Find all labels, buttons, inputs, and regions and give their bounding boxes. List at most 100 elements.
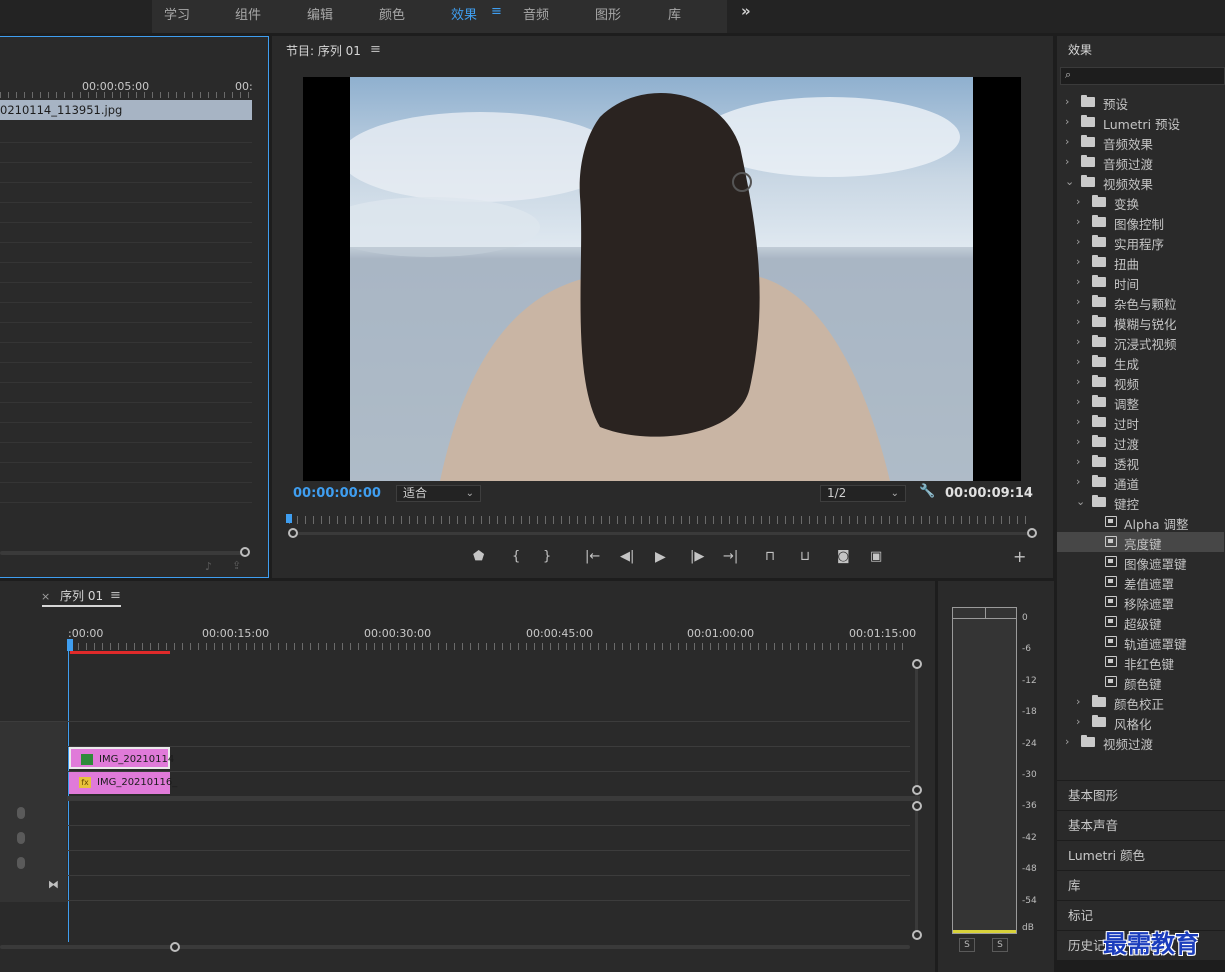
timeline-close-icon[interactable]: × — [41, 590, 50, 603]
chevron-right-icon[interactable]: › — [1065, 735, 1069, 748]
effects-tree-item[interactable]: › 沉浸式视频 — [1057, 332, 1224, 352]
chevron-right-icon[interactable]: › — [1076, 195, 1080, 208]
effects-tree-item[interactable]: 颜色键 — [1057, 672, 1224, 692]
solo-button-left[interactable]: S — [959, 938, 975, 952]
video-frame[interactable] — [303, 77, 1021, 481]
workspace-more-icon[interactable]: » — [741, 2, 751, 20]
chevron-right-icon[interactable]: › — [1076, 695, 1080, 708]
effects-tree-item[interactable]: › 调整 — [1057, 392, 1224, 412]
effects-tree-item[interactable]: ⌄ 视频效果 — [1057, 172, 1224, 192]
add-button[interactable]: + — [1013, 547, 1026, 566]
effects-tree-item[interactable]: 轨道遮罩键 — [1057, 632, 1224, 652]
monitor-playhead[interactable] — [286, 514, 292, 523]
timeline-tab[interactable]: 序列 01 — [60, 587, 103, 604]
chevron-right-icon[interactable]: › — [1076, 475, 1080, 488]
effects-tree-item[interactable]: 移除遮罩 — [1057, 592, 1224, 612]
side-panel-tab[interactable]: 基本图形 — [1057, 781, 1225, 810]
voice-over-icon-a1[interactable] — [17, 807, 25, 819]
current-timecode[interactable]: 00:00:00:00 — [293, 486, 381, 501]
export-frame-button[interactable]: ◙ — [837, 549, 850, 564]
go-to-out-button[interactable]: →| — [723, 549, 738, 564]
source-scroll-handle[interactable] — [240, 547, 250, 557]
effects-tree-item[interactable]: › 颜色校正 — [1057, 692, 1224, 712]
source-clip-bar[interactable]: 0210114_113951.jpg — [0, 100, 252, 120]
workspace-tab-7[interactable]: 库 — [668, 4, 681, 23]
effects-tree-item[interactable]: › 过渡 — [1057, 432, 1224, 452]
effects-tree-item[interactable]: ⌄ 键控 — [1057, 492, 1224, 512]
effects-tree-item[interactable]: 非红色键 — [1057, 652, 1224, 672]
timeline-menu-icon[interactable]: ≡ — [110, 588, 121, 603]
effects-tree-item[interactable]: › 模糊与锐化 — [1057, 312, 1224, 332]
timeline-hscroll[interactable] — [0, 945, 910, 949]
workspace-tab-4[interactable]: 效果 — [451, 4, 477, 23]
effects-search-input[interactable]: ⌕ — [1060, 67, 1225, 85]
monitor-scrollbar[interactable] — [294, 532, 1030, 535]
effects-tree-item[interactable]: › 实用程序 — [1057, 232, 1224, 252]
chevron-right-icon[interactable]: › — [1076, 335, 1080, 348]
export-icon[interactable]: ⇪ — [232, 559, 241, 572]
chevron-right-icon[interactable]: › — [1076, 295, 1080, 308]
work-area-bar[interactable] — [70, 651, 170, 654]
effects-tree-item[interactable]: Alpha 调整 — [1057, 512, 1224, 532]
chevron-right-icon[interactable]: › — [1076, 355, 1080, 368]
workspace-tab-3[interactable]: 颜色 — [379, 4, 405, 23]
add-marker-button[interactable]: ⬟ — [473, 549, 484, 564]
chevron-right-icon[interactable]: › — [1076, 375, 1080, 388]
timeline-vscroll-mid2[interactable] — [912, 801, 922, 811]
chevron-right-icon[interactable]: › — [1065, 155, 1069, 168]
chevron-right-icon[interactable]: › — [1076, 435, 1080, 448]
mark-in-button[interactable]: { — [512, 549, 520, 564]
effects-tree-item[interactable]: › 时间 — [1057, 272, 1224, 292]
effects-tree-item[interactable]: › 视频 — [1057, 372, 1224, 392]
comparison-view-button[interactable]: ▣ — [870, 549, 882, 564]
chevron-right-icon[interactable]: › — [1076, 415, 1080, 428]
effects-tree-item[interactable]: › 通道 — [1057, 472, 1224, 492]
workspace-tab-6[interactable]: 图形 — [595, 4, 621, 23]
mark-out-button[interactable]: } — [543, 549, 551, 564]
zoom-select[interactable]: 适合 ⌄ — [396, 485, 481, 502]
effects-tree-item[interactable]: › 透视 — [1057, 452, 1224, 472]
master-track-icon[interactable]: ⧓ — [48, 878, 59, 891]
timeline-clip-1[interactable]: ■ IMG_20210114 — [69, 747, 174, 769]
step-back-button[interactable]: ◀| — [620, 549, 634, 564]
effects-tree-item[interactable]: › 视频过渡 — [1057, 732, 1224, 752]
chevron-right-icon[interactable]: › — [1076, 235, 1080, 248]
monitor-scroll-left[interactable] — [288, 528, 298, 538]
effects-tree-item[interactable]: › 音频过渡 — [1057, 152, 1224, 172]
side-panel-tab[interactable]: 库 — [1057, 871, 1225, 900]
audio-settings-icon[interactable]: ♪ — [205, 560, 212, 573]
extract-button[interactable]: ⊔ — [800, 549, 810, 564]
monitor-ruler-ticks[interactable] — [289, 516, 1033, 524]
effects-tree-item[interactable]: › 预设 — [1057, 92, 1224, 112]
video-audio-divider[interactable] — [0, 796, 920, 801]
effects-tree-item[interactable]: 超级键 — [1057, 612, 1224, 632]
chevron-right-icon[interactable]: › — [1076, 315, 1080, 328]
chevron-down-icon[interactable]: ⌄ — [1065, 175, 1074, 188]
chevron-right-icon[interactable]: › — [1076, 255, 1080, 268]
timeline-vscroll-bottom[interactable] — [912, 930, 922, 940]
monitor-scroll-right[interactable] — [1027, 528, 1037, 538]
timeline-vscroll-top[interactable] — [912, 659, 922, 669]
workspace-tab-5[interactable]: 音频 — [523, 4, 549, 23]
workspace-tab-1[interactable]: 组件 — [235, 4, 261, 23]
source-scrollbar[interactable] — [0, 551, 243, 555]
timeline-ruler-ticks[interactable] — [70, 643, 910, 650]
voice-over-icon-a2[interactable] — [17, 832, 25, 844]
effects-tree-item[interactable]: › 过时 — [1057, 412, 1224, 432]
effects-tree-item[interactable]: 差值遮罩 — [1057, 572, 1224, 592]
settings-wrench-icon[interactable]: 🔧 — [919, 484, 935, 499]
workspace-tab-2[interactable]: 编辑 — [307, 4, 333, 23]
effects-tree-item[interactable]: › 变换 — [1057, 192, 1224, 212]
solo-button-right[interactable]: S — [992, 938, 1008, 952]
chevron-right-icon[interactable]: › — [1076, 275, 1080, 288]
timeline-playhead-handle[interactable] — [67, 639, 73, 651]
effects-tree-item[interactable]: 图像遮罩键 — [1057, 552, 1224, 572]
effects-tree-item[interactable]: › 图像控制 — [1057, 212, 1224, 232]
voice-over-icon-a3[interactable] — [17, 857, 25, 869]
play-button[interactable]: ▶ — [655, 549, 666, 565]
effects-tree-item[interactable]: › 扭曲 — [1057, 252, 1224, 272]
workspace-tab-0[interactable]: 学习 — [164, 4, 190, 23]
side-panel-tab[interactable]: Lumetri 颜色 — [1057, 841, 1225, 870]
effects-tree-item[interactable]: › 音频效果 — [1057, 132, 1224, 152]
go-to-in-button[interactable]: |← — [585, 549, 600, 564]
